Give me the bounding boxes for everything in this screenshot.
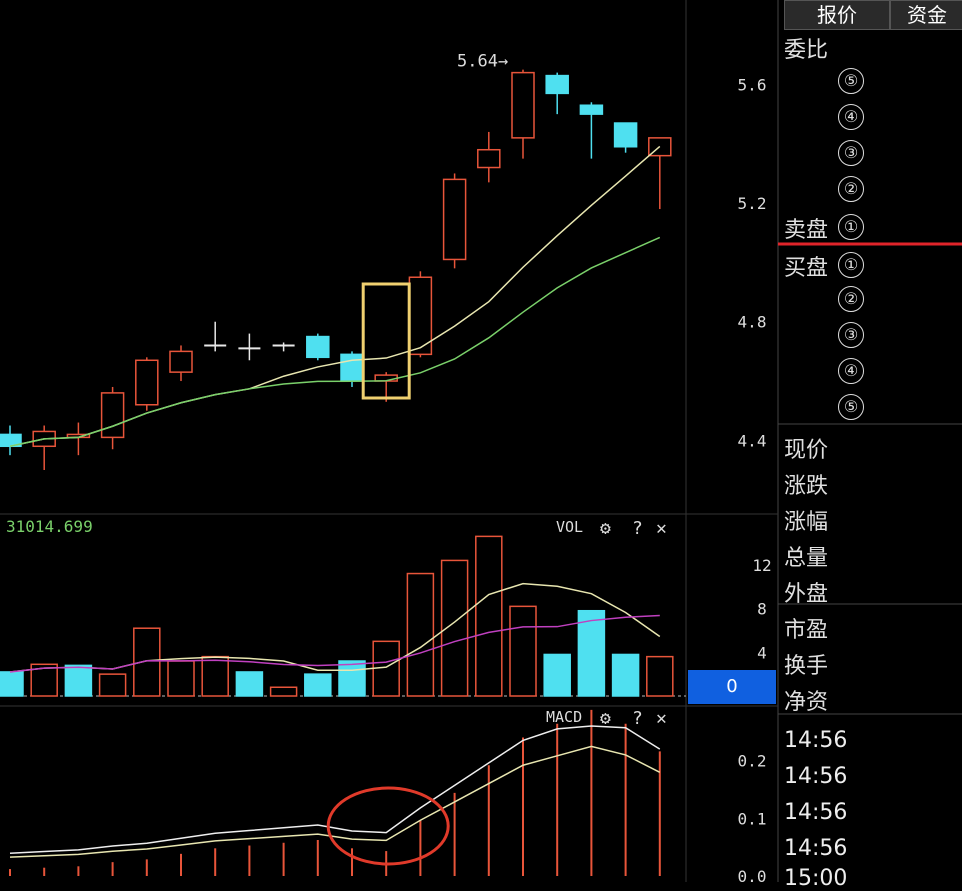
help-icon: ? bbox=[632, 518, 643, 539]
sell-level-5: ⑤ bbox=[838, 68, 864, 94]
volume-bar bbox=[201, 655, 229, 697]
gear-icon: ⚙ bbox=[600, 518, 611, 539]
y-tick-label: 4.8 bbox=[738, 313, 767, 332]
sell-level-2: ② bbox=[838, 176, 864, 202]
candle-body bbox=[340, 353, 364, 382]
y-tick-label: 5.2 bbox=[738, 194, 767, 213]
volume-bar bbox=[543, 653, 571, 697]
vol-y-tick: 4 bbox=[757, 643, 767, 662]
sell-level-4: ④ bbox=[838, 104, 864, 130]
help-icon: ? bbox=[632, 708, 643, 729]
volume-bar bbox=[235, 671, 264, 697]
volume-bar bbox=[269, 686, 298, 697]
close-icon: ✕ bbox=[656, 518, 667, 539]
macd-y-tick: 0.1 bbox=[738, 809, 767, 828]
tick-time: 15:00 bbox=[784, 866, 848, 891]
vol-y-tick: 12 bbox=[752, 556, 771, 575]
sell-label: 卖盘 bbox=[784, 218, 829, 243]
buy-label: 买盘 bbox=[784, 256, 829, 281]
volume-bar bbox=[406, 572, 435, 697]
candle-body bbox=[477, 148, 501, 169]
y-tick-label: 5.6 bbox=[738, 75, 767, 94]
buy-level-4: ④ bbox=[838, 358, 864, 384]
close-icon: ✕ bbox=[656, 708, 667, 729]
info-volume: 总量 bbox=[784, 546, 829, 571]
candle-body bbox=[169, 350, 193, 373]
tick-time: 14:56 bbox=[784, 728, 848, 753]
info-net-assets: 净资 bbox=[784, 690, 829, 715]
info-pe: 市盈 bbox=[784, 618, 829, 643]
macd-dea-line bbox=[9, 745, 661, 858]
macd-y-tick: 0.2 bbox=[738, 752, 767, 771]
vol-value-input[interactable]: 0 bbox=[688, 670, 776, 704]
candle-body bbox=[545, 74, 569, 95]
info-outer: 外盘 bbox=[784, 582, 829, 607]
candle-body bbox=[579, 104, 604, 115]
buy-level-2: ② bbox=[838, 286, 864, 312]
macd-dif-line bbox=[9, 725, 661, 854]
info-change: 涨跌 bbox=[784, 474, 829, 499]
vol-value-label: 31014.699 bbox=[6, 517, 93, 536]
highlight-circle bbox=[326, 786, 450, 866]
volume-bar bbox=[98, 673, 127, 697]
candle-body bbox=[613, 122, 638, 148]
tick-time: 14:56 bbox=[784, 836, 848, 861]
candle-body bbox=[100, 392, 125, 439]
sell-level-3: ③ bbox=[838, 140, 864, 166]
volume-bar bbox=[611, 653, 640, 697]
volume-bar bbox=[64, 664, 93, 697]
candle-body bbox=[511, 71, 535, 139]
weibi-label: 委比 bbox=[784, 38, 829, 63]
info-change-pct: 涨幅 bbox=[784, 510, 829, 535]
volume-bar bbox=[133, 627, 161, 697]
vol-y-tick: 8 bbox=[757, 600, 767, 619]
volume-bar bbox=[475, 535, 503, 697]
sell-level-1: ① bbox=[838, 214, 864, 240]
volume-bar bbox=[338, 660, 366, 697]
candle-body bbox=[306, 335, 330, 359]
candle-body bbox=[135, 359, 159, 406]
macd-y-tick: 0.0 bbox=[738, 867, 767, 882]
volume-bar bbox=[577, 609, 606, 697]
volume-bar bbox=[646, 655, 674, 697]
tab-funds[interactable]: 资金 bbox=[890, 0, 962, 30]
macd-title: MACD bbox=[546, 708, 582, 726]
tick-time: 14:56 bbox=[784, 800, 848, 825]
candle-body bbox=[442, 178, 467, 261]
volume-bar bbox=[0, 671, 24, 697]
volume-bar bbox=[167, 660, 195, 697]
info-turnover: 换手 bbox=[784, 654, 829, 679]
buy-level-1: ① bbox=[838, 252, 864, 278]
volume-bar bbox=[304, 673, 332, 697]
high-price-label: 5.64→ bbox=[457, 52, 508, 72]
tick-time: 14:56 bbox=[784, 764, 848, 789]
tab-quote[interactable]: 报价 bbox=[784, 0, 890, 30]
info-price: 现价 bbox=[784, 438, 829, 463]
buy-level-3: ③ bbox=[838, 322, 864, 348]
volume-bar bbox=[509, 605, 537, 697]
buy-level-5: ⑤ bbox=[838, 394, 864, 420]
vol-title: VOL bbox=[556, 518, 583, 536]
y-tick-label: 4.4 bbox=[738, 431, 767, 450]
